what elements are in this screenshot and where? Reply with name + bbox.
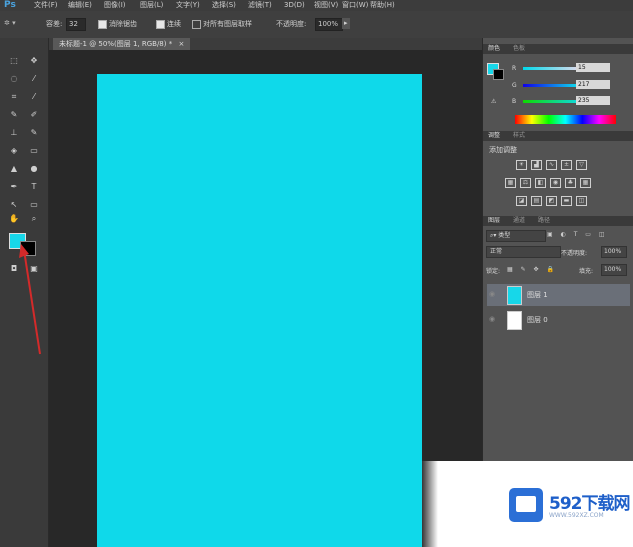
- filter-icon: ⌕▾: [490, 232, 497, 239]
- menu-3d[interactable]: 3D(D): [284, 0, 305, 11]
- menu-filter[interactable]: 滤镜(T): [248, 0, 272, 11]
- blend-mode-select[interactable]: 正常: [486, 246, 561, 258]
- invert-icon[interactable]: ◪: [516, 196, 527, 206]
- menu-help[interactable]: 帮助(H): [370, 0, 395, 11]
- tab-swatches[interactable]: 色板: [513, 44, 525, 54]
- watermark-logo-icon: [509, 488, 543, 522]
- adjustments-panel-header: 调整 样式: [483, 131, 633, 141]
- eye-icon[interactable]: ◉: [489, 315, 495, 323]
- layer-0-name: 图层 0: [527, 316, 548, 324]
- photoshop-logo: Ps: [4, 0, 16, 10]
- menu-layer[interactable]: 图层(L): [140, 0, 163, 11]
- tolerance-input[interactable]: 32: [66, 18, 86, 31]
- color-panel-header: 颜色 色板: [483, 44, 633, 54]
- levels-icon[interactable]: ▟: [531, 160, 542, 170]
- eye-icon[interactable]: ◉: [489, 290, 495, 298]
- lock-label: 锁定:: [486, 268, 501, 275]
- tab-color[interactable]: 颜色: [488, 44, 500, 54]
- layer-row-1[interactable]: ◉ 图层 1: [487, 284, 630, 306]
- opacity-input[interactable]: 100%: [315, 18, 343, 31]
- layer-filter-icons[interactable]: ▣ ◐ T ▭ ◫: [547, 231, 608, 238]
- document-canvas[interactable]: [97, 74, 422, 547]
- layer-1-thumbnail: [507, 286, 522, 305]
- layer-opacity-input[interactable]: 100%: [601, 246, 627, 258]
- all-layers-checkbox[interactable]: 对所有图层取样: [192, 19, 252, 29]
- menu-bar: Ps 文件(F) 编辑(E) 图像(I) 图层(L) 文字(Y) 选择(S) 滤…: [0, 0, 633, 11]
- tolerance-label: 容差:: [46, 20, 63, 28]
- watermark-url: WWW.592XZ.COM: [549, 512, 604, 519]
- contiguous-checkbox[interactable]: 连续: [156, 19, 181, 29]
- threshold-icon[interactable]: ◩: [546, 196, 557, 206]
- selective-color-icon[interactable]: ◫: [576, 196, 587, 206]
- canvas-area: [49, 50, 482, 547]
- layer-kind-label: 类型: [498, 232, 511, 239]
- menu-view[interactable]: 视图(V): [314, 0, 338, 11]
- warning-icon[interactable]: ⚠: [491, 98, 496, 105]
- watermark-brand: 592下载网: [549, 494, 630, 514]
- b-value-input[interactable]: 235: [576, 96, 610, 105]
- magic-wand-icon[interactable]: ✲ ▾: [4, 19, 16, 27]
- menu-type[interactable]: 文字(Y): [176, 0, 200, 11]
- g-channel-label: G: [512, 82, 517, 89]
- document-tab[interactable]: 未标题-1 @ 50%(图层 1, RGB/8) * ×: [53, 38, 191, 50]
- antialias-checkbox[interactable]: 消除锯齿: [98, 19, 137, 29]
- brightness-icon[interactable]: ☀: [516, 160, 527, 170]
- tab-adjustments[interactable]: 调整: [488, 131, 500, 141]
- document-tab-title: 未标题-1 @ 50%(图层 1, RGB/8) *: [59, 40, 173, 48]
- layer-row-0[interactable]: ◉ 图层 0: [487, 309, 630, 331]
- tab-styles[interactable]: 样式: [513, 131, 525, 141]
- document-tab-bar: 未标题-1 @ 50%(图层 1, RGB/8) * ×: [49, 38, 482, 50]
- contiguous-label: 连续: [167, 20, 181, 28]
- exposure-icon[interactable]: ±: [561, 160, 572, 170]
- tab-layers[interactable]: 图层: [488, 216, 500, 226]
- menu-file[interactable]: 文件(F): [34, 0, 58, 11]
- menu-edit[interactable]: 编辑(E): [68, 0, 92, 11]
- antialias-label: 消除锯齿: [109, 20, 137, 28]
- hue-sat-icon[interactable]: ▦: [505, 178, 516, 188]
- fill-label: 填充:: [579, 268, 594, 275]
- menu-image[interactable]: 图像(I): [104, 0, 126, 11]
- options-bar: ✲ ▾ 容差: 32 消除锯齿 连续 对所有图层取样 不透明度: 100% ▸: [0, 11, 633, 39]
- opacity-label: 不透明度:: [276, 20, 307, 28]
- layer-kind-filter[interactable]: ⌕▾ 类型: [486, 230, 546, 242]
- layer-0-thumbnail: [507, 311, 522, 330]
- r-channel-label: R: [512, 65, 517, 72]
- vibrance-icon[interactable]: ▽: [576, 160, 587, 170]
- color-spectrum-bar[interactable]: [515, 115, 616, 124]
- b-channel-label: B: [512, 98, 517, 105]
- opacity-dropdown-icon[interactable]: ▸: [342, 18, 350, 29]
- tools-panel: ⬚ ✥ ◌ ⁄ ⌗ ⁄ ✎ ✐ ⊥ ✎ ◈ ▭ ▲ ● ✒ T ↖ ▭ ✋ ⌕ …: [0, 38, 49, 547]
- lock-icons[interactable]: ▦ ✎ ✥ 🔒: [507, 266, 557, 273]
- layer-1-name: 图层 1: [527, 291, 548, 299]
- red-arrow-annotation: [19, 244, 41, 355]
- color-lookup-icon[interactable]: ▦: [580, 178, 591, 188]
- fill-input[interactable]: 100%: [601, 264, 627, 276]
- r-value-input[interactable]: 15: [576, 63, 610, 72]
- layers-panel-header: 图层 通道 路径: [483, 216, 633, 226]
- color-balance-icon[interactable]: ⚖: [520, 178, 531, 188]
- watermark: 592下载网 WWW.592XZ.COM: [421, 461, 633, 547]
- photo-filter-icon[interactable]: ◉: [550, 178, 561, 188]
- all-layers-label: 对所有图层取样: [203, 20, 252, 28]
- posterize-icon[interactable]: ▤: [531, 196, 542, 206]
- menu-select[interactable]: 选择(S): [212, 0, 236, 11]
- tab-paths[interactable]: 路径: [538, 216, 550, 226]
- blend-mode-value: 正常: [490, 248, 503, 255]
- close-icon[interactable]: ×: [178, 40, 184, 48]
- layer-opacity-label: 不透明度:: [561, 250, 588, 257]
- adjustments-title: 添加调整: [489, 146, 517, 154]
- curves-icon[interactable]: ∿: [546, 160, 557, 170]
- tab-channels[interactable]: 通道: [513, 216, 525, 226]
- menu-window[interactable]: 窗口(W): [342, 0, 368, 11]
- color-panel-background-swatch[interactable]: [493, 69, 504, 80]
- channel-mixer-icon[interactable]: ♣: [565, 178, 576, 188]
- gradient-map-icon[interactable]: ▬: [561, 196, 572, 206]
- black-white-icon[interactable]: ◧: [535, 178, 546, 188]
- g-value-input[interactable]: 217: [576, 80, 610, 89]
